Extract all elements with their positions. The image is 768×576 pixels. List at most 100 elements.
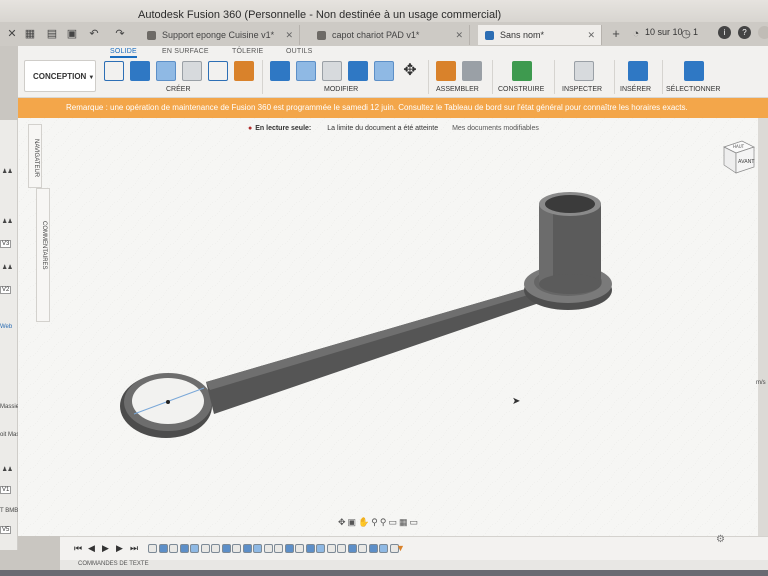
select-icon[interactable]: [684, 61, 704, 81]
group-assembler[interactable]: ASSEMBLER: [436, 86, 479, 93]
box-icon[interactable]: [182, 61, 202, 81]
zoom-icon[interactable]: ⚲: [371, 517, 380, 527]
step-forward-icon[interactable]: ▶: [116, 543, 123, 554]
grid-settings-icon[interactable]: ▦: [399, 517, 410, 527]
extrude-icon[interactable]: [130, 61, 150, 81]
timeline-settings-icon[interactable]: ⚙: [716, 534, 725, 545]
text-commands-bar[interactable]: COMMANDES DE TEXTE: [60, 560, 768, 570]
people-icon[interactable]: ♟♟: [2, 264, 13, 271]
group-selectionner[interactable]: SÉLECTIONNER: [666, 86, 720, 93]
undo-icon[interactable]: ↶: [88, 28, 100, 40]
combine-icon[interactable]: [374, 61, 394, 81]
look-icon[interactable]: ▣: [348, 517, 359, 527]
workspace-selector[interactable]: CONCEPTION ▼: [24, 60, 96, 92]
job-status-text[interactable]: 10 sur 10: [645, 27, 683, 37]
file-menu-icon[interactable]: ▤: [46, 28, 58, 40]
tab-tolerie[interactable]: TÔLERIE: [232, 48, 263, 55]
version-tag[interactable]: V3: [0, 240, 12, 248]
help-icon[interactable]: ?: [738, 26, 751, 39]
timeline-feature-icon[interactable]: [190, 544, 199, 553]
tab-en-surface[interactable]: EN SURFACE: [162, 48, 209, 55]
shell-icon[interactable]: [348, 61, 368, 81]
pattern-icon[interactable]: [208, 61, 228, 81]
go-to-end-icon[interactable]: ⏭: [130, 543, 138, 554]
viewports-icon[interactable]: ▭: [410, 517, 421, 527]
new-tab-icon[interactable]: +: [610, 27, 622, 40]
timeline-marker-icon[interactable]: ▼: [396, 543, 405, 553]
joint-icon[interactable]: [462, 61, 482, 81]
group-creer[interactable]: CRÉER: [166, 86, 191, 93]
timeline-feature-icon[interactable]: [295, 544, 304, 553]
timeline-feature-icon[interactable]: [158, 544, 168, 553]
timeline-feature-icon[interactable]: [368, 544, 378, 553]
fillet-icon[interactable]: [296, 61, 316, 81]
timeline-feature-icon[interactable]: [221, 544, 231, 553]
timeline-feature-icon[interactable]: [274, 544, 283, 553]
close-tab-icon[interactable]: ✕: [455, 30, 463, 41]
ring-center-point[interactable]: [166, 400, 170, 404]
timeline-feature-icon[interactable]: [169, 544, 178, 553]
orbit-icon[interactable]: ✥: [338, 517, 348, 527]
move-icon[interactable]: ✥: [400, 61, 420, 81]
timeline-feature-icon[interactable]: [211, 544, 220, 553]
timeline-feature-icon[interactable]: [326, 544, 336, 553]
model-wand[interactable]: ➤: [18, 118, 758, 536]
timeline-feature-icon[interactable]: [284, 544, 294, 553]
clock-icon[interactable]: ◷: [680, 28, 692, 40]
close-tab-icon[interactable]: ✕: [587, 30, 595, 41]
form-icon[interactable]: [234, 61, 254, 81]
timeline-feature-icon[interactable]: [379, 544, 388, 553]
chamfer-icon[interactable]: [322, 61, 342, 81]
handle-bar[interactable]: [206, 286, 538, 390]
timeline-feature-icon[interactable]: [200, 544, 210, 553]
info-icon[interactable]: i: [718, 26, 731, 39]
revolve-icon[interactable]: [156, 61, 176, 81]
3d-viewport[interactable]: ● En lecture seule: La limite du document…: [18, 118, 758, 536]
web-link[interactable]: Web: [0, 324, 12, 330]
close-icon[interactable]: ✕: [6, 28, 18, 40]
viewcube-front-label[interactable]: AVANT: [738, 159, 755, 165]
group-construire[interactable]: CONSTRUIRE: [498, 86, 544, 93]
notification-count[interactable]: 1: [693, 27, 698, 37]
people-icon[interactable]: ♟♟: [2, 218, 13, 225]
pan-icon[interactable]: ✋: [358, 517, 371, 527]
tab-solide[interactable]: SOLIDE: [110, 48, 137, 58]
version-tag[interactable]: V1: [0, 486, 12, 494]
play-icon[interactable]: ▶: [102, 543, 109, 554]
maintenance-banner[interactable]: Remarque : une opération de maintenance …: [18, 98, 768, 118]
tab-capot-chariot[interactable]: capot chariot PAD v1* ✕: [310, 25, 470, 45]
timeline-feature-icon[interactable]: [232, 544, 241, 553]
version-tag[interactable]: V5: [0, 526, 12, 534]
timeline-feature-icon[interactable]: [347, 544, 357, 553]
offset-plane-icon[interactable]: [512, 61, 532, 81]
close-tab-icon[interactable]: ✕: [285, 30, 293, 41]
save-icon[interactable]: ▣: [66, 28, 78, 40]
viewcube-top-label[interactable]: HAUT: [733, 144, 745, 149]
group-inserer[interactable]: INSÉRER: [620, 86, 651, 93]
data-panel-icon[interactable]: ▦: [24, 28, 36, 40]
job-status-icon[interactable]: ◔: [630, 28, 642, 40]
viewcube[interactable]: HAUT AVANT: [718, 137, 758, 177]
timeline-feature-icon[interactable]: [263, 544, 273, 553]
people-icon[interactable]: ♟♟: [2, 168, 13, 175]
timeline-feature-icon[interactable]: [305, 544, 315, 553]
people-icon[interactable]: ♟♟: [2, 466, 13, 473]
tab-sans-nom[interactable]: Sans nom* ✕: [478, 25, 602, 45]
group-modifier[interactable]: MODIFIER: [324, 86, 358, 93]
go-to-start-icon[interactable]: ⏮: [74, 543, 82, 554]
timeline-feature-icon[interactable]: [316, 544, 325, 553]
sketch-icon[interactable]: [104, 61, 124, 81]
display-settings-icon[interactable]: ▭: [388, 517, 399, 527]
measure-icon[interactable]: [574, 61, 594, 81]
group-inspecter[interactable]: INSPECTER: [562, 86, 602, 93]
timeline-feature-icon[interactable]: [179, 544, 189, 553]
step-back-icon[interactable]: ◀: [88, 543, 95, 554]
timeline-feature-icon[interactable]: [337, 544, 346, 553]
redo-icon[interactable]: ↷: [114, 28, 126, 40]
avatar[interactable]: [758, 26, 768, 39]
tab-support-eponge[interactable]: Support eponge Cuisine v1* ✕: [140, 25, 300, 45]
insert-image-icon[interactable]: [628, 61, 648, 81]
timeline-feature-icon[interactable]: [148, 544, 157, 553]
timeline-feature-icon[interactable]: [253, 544, 262, 553]
press-pull-icon[interactable]: [270, 61, 290, 81]
